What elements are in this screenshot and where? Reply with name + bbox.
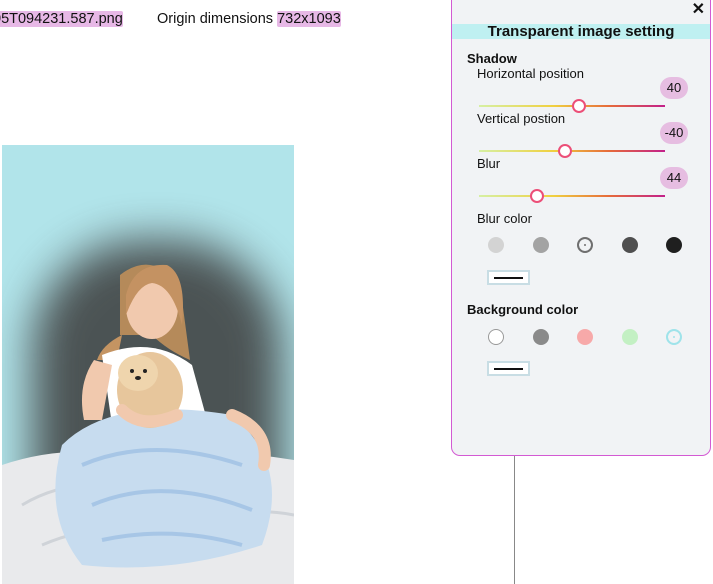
blur-label: Blur — [477, 156, 501, 171]
image-preview — [2, 145, 294, 584]
close-icon[interactable]: ✕ — [692, 1, 705, 19]
dimensions-label: Origin dimensions — [157, 11, 274, 27]
background-color-swatch-4[interactable] — [621, 329, 638, 345]
subject-photo — [2, 264, 294, 584]
background-color-swatch-5[interactable] — [666, 329, 682, 345]
background-color-label: Background color — [467, 302, 579, 317]
settings-panel: ✕ Transparent image setting Shadow Horiz… — [451, 0, 711, 456]
shadow-section-label: Shadow — [467, 51, 517, 66]
file-name: 05T094231.587.png — [0, 11, 123, 27]
blur-value: 44 — [660, 167, 688, 189]
blur-color-label: Blur color — [477, 211, 532, 226]
vertical-position-slider[interactable] — [479, 144, 665, 158]
vertical-position-value: -40 — [660, 122, 688, 144]
background-color-swatch-2[interactable] — [532, 329, 549, 345]
horizontal-position-thumb[interactable] — [572, 99, 587, 113]
blur-color-custom-button[interactable] — [487, 270, 530, 285]
blur-slider[interactable] — [479, 189, 665, 203]
blur-color-swatch-2[interactable] — [532, 237, 549, 253]
vertical-position-label: Vertical postion — [477, 111, 566, 126]
origin-dimensions: Origin dimensions 732x1093 — [157, 11, 341, 27]
pane-divider — [514, 456, 515, 584]
blur-color-swatch-4[interactable] — [621, 237, 638, 253]
blur-color-swatches — [488, 237, 682, 255]
dimensions-value: 732x1093 — [277, 11, 341, 27]
blur-color-swatch-5[interactable] — [666, 237, 682, 253]
vertical-position-thumb[interactable] — [557, 144, 572, 158]
blur-color-swatch-1[interactable] — [488, 237, 504, 253]
background-color-custom-button[interactable] — [487, 361, 530, 376]
background-color-swatches — [488, 329, 682, 347]
panel-title: Transparent image setting — [452, 24, 710, 39]
horizontal-position-value: 40 — [660, 77, 688, 99]
background-color-swatch-1[interactable] — [488, 329, 504, 345]
blur-color-swatch-3[interactable] — [577, 237, 593, 253]
horizontal-position-slider[interactable] — [479, 99, 665, 113]
background-color-swatch-3[interactable] — [577, 329, 593, 345]
horizontal-position-label: Horizontal position — [477, 66, 584, 81]
blur-thumb[interactable] — [529, 189, 544, 203]
